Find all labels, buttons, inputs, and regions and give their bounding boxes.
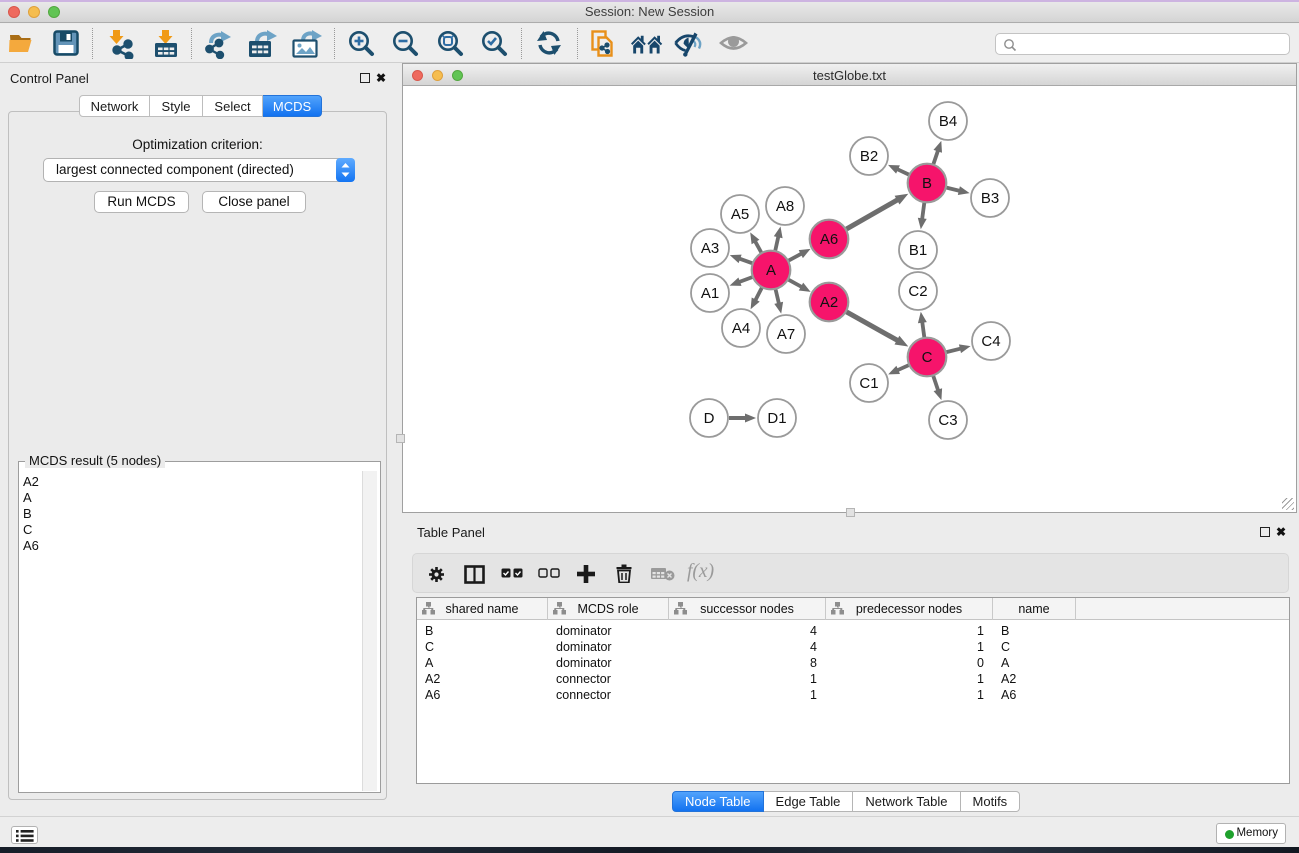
svg-text:B3: B3 <box>981 190 999 207</box>
svg-text:D1: D1 <box>767 410 786 427</box>
svg-text:C4: C4 <box>981 333 1000 350</box>
svg-text:A6: A6 <box>820 231 838 248</box>
svg-text:C1: C1 <box>859 375 878 392</box>
svg-text:B: B <box>922 175 932 192</box>
svg-text:A3: A3 <box>701 240 719 257</box>
svg-text:A: A <box>766 262 776 279</box>
svg-text:B4: B4 <box>939 113 957 130</box>
svg-text:C2: C2 <box>908 283 927 300</box>
svg-text:A4: A4 <box>732 320 750 337</box>
svg-text:A5: A5 <box>731 206 749 223</box>
svg-text:A1: A1 <box>701 285 719 302</box>
svg-text:C: C <box>922 349 933 366</box>
svg-text:A2: A2 <box>820 294 838 311</box>
svg-text:A8: A8 <box>776 198 794 215</box>
svg-text:A7: A7 <box>777 326 795 343</box>
svg-text:C3: C3 <box>938 412 957 429</box>
svg-text:B1: B1 <box>909 242 927 259</box>
svg-text:D: D <box>704 410 715 427</box>
svg-text:B2: B2 <box>860 148 878 165</box>
